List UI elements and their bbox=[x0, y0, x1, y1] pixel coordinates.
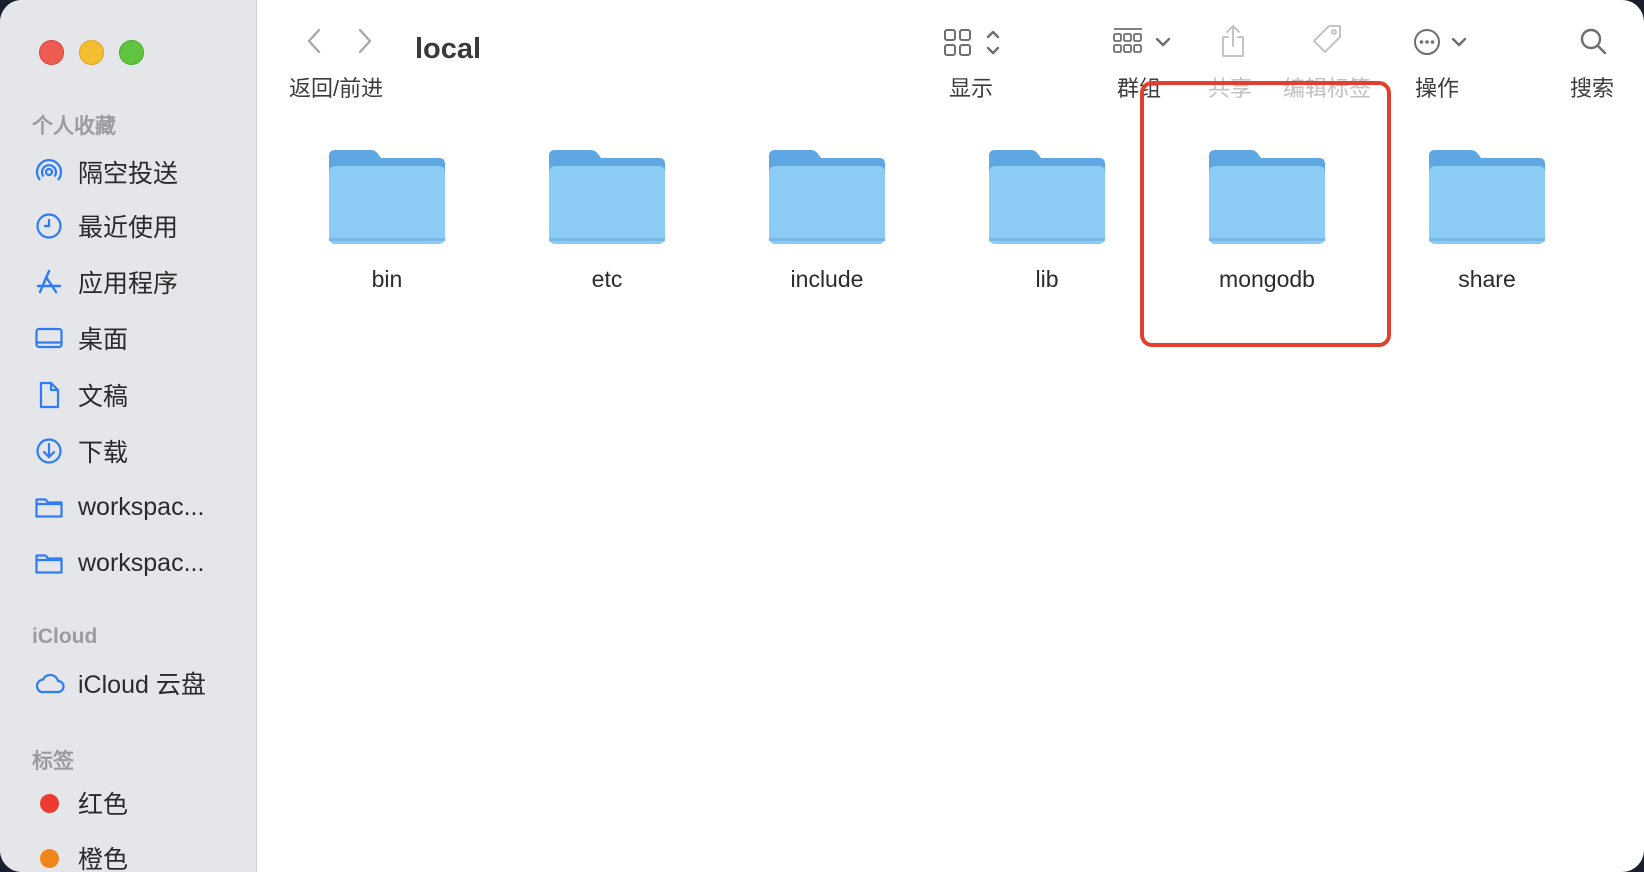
sidebar-tag-orange[interactable]: 橙色 bbox=[32, 838, 242, 872]
folder-icon bbox=[549, 150, 665, 244]
folder-icon bbox=[329, 150, 445, 244]
updown-chevron-icon bbox=[986, 30, 1000, 55]
chevron-down-icon bbox=[1155, 37, 1171, 47]
view-mode-button[interactable] bbox=[943, 22, 1015, 62]
sidebar-item-recents[interactable]: 最近使用 bbox=[32, 206, 242, 246]
folder-icon bbox=[32, 546, 66, 580]
sidebar-item-icloud-drive[interactable]: iCloud 云盘 bbox=[32, 663, 242, 703]
document-icon bbox=[32, 378, 66, 412]
tag-icon bbox=[1313, 25, 1341, 53]
favorites-section-title: 个人收藏 bbox=[32, 115, 116, 138]
action-button[interactable] bbox=[1413, 22, 1475, 62]
nav-label: 返回/前进 bbox=[289, 76, 384, 101]
airdrop-icon bbox=[32, 155, 66, 189]
sidebar-tag-red[interactable]: 红色 bbox=[32, 783, 242, 823]
folder-item-etc[interactable]: etc bbox=[522, 140, 692, 310]
sidebar-item-label: iCloud 云盘 bbox=[78, 671, 206, 699]
folder-item-bin[interactable]: bin bbox=[302, 140, 472, 310]
sidebar-item-label: 桌面 bbox=[78, 326, 129, 354]
folder-icon bbox=[989, 150, 1105, 244]
clock-icon bbox=[32, 209, 66, 243]
sidebar-item-label: workspac... bbox=[78, 492, 205, 521]
zoom-window-button[interactable] bbox=[119, 40, 144, 65]
action-label: 操作 bbox=[1415, 76, 1460, 101]
folder-item-share[interactable]: share bbox=[1402, 140, 1572, 310]
view-label: 显示 bbox=[949, 76, 994, 101]
sidebar-item-label: 红色 bbox=[78, 791, 129, 819]
folder-icon bbox=[1429, 150, 1545, 244]
group-icon bbox=[1113, 28, 1142, 53]
folder-name: bin bbox=[371, 266, 403, 292]
share-button[interactable] bbox=[1218, 22, 1248, 62]
cloud-icon bbox=[32, 666, 66, 700]
sidebar-item-applications[interactable]: 应用程序 bbox=[32, 262, 242, 302]
sidebar-item-label: 下载 bbox=[78, 439, 129, 467]
sidebar-item-label: 应用程序 bbox=[78, 270, 179, 298]
folder-icon bbox=[32, 490, 66, 524]
sidebar-item-label: workspac... bbox=[78, 548, 205, 577]
window-title: local bbox=[415, 33, 482, 65]
sidebar: 个人收藏 隔空投送 最近使用 应用程序 桌面 文稿 下载 workspac...… bbox=[0, 0, 257, 872]
folder-icon bbox=[769, 150, 885, 244]
search-icon bbox=[1580, 28, 1607, 55]
minimize-window-button[interactable] bbox=[79, 40, 104, 65]
download-icon bbox=[32, 434, 66, 468]
sidebar-item-label: 最近使用 bbox=[78, 214, 179, 242]
ellipsis-circle-icon bbox=[1414, 29, 1440, 55]
back-button[interactable] bbox=[299, 24, 329, 58]
sidebar-item-downloads[interactable]: 下载 bbox=[32, 431, 242, 471]
chevron-down-icon bbox=[1451, 37, 1467, 47]
sidebar-item-label: 文稿 bbox=[78, 383, 129, 411]
search-label: 搜索 bbox=[1570, 76, 1615, 101]
sidebar-item-airdrop[interactable]: 隔空投送 bbox=[32, 152, 242, 192]
folder-name: share bbox=[1458, 266, 1516, 292]
finder-window: 个人收藏 隔空投送 最近使用 应用程序 桌面 文稿 下载 workspac...… bbox=[0, 0, 1644, 872]
search-button[interactable] bbox=[1578, 22, 1608, 62]
folder-item-lib[interactable]: lib bbox=[962, 140, 1132, 310]
edit-tags-button[interactable] bbox=[1311, 22, 1345, 62]
chevron-right-icon bbox=[358, 28, 372, 54]
applications-icon bbox=[32, 265, 66, 299]
folder-name: lib bbox=[1035, 266, 1059, 292]
close-window-button[interactable] bbox=[39, 40, 64, 65]
folder-item-include[interactable]: include bbox=[742, 140, 912, 310]
red-tag-dot bbox=[32, 786, 66, 820]
group-button[interactable] bbox=[1112, 22, 1178, 62]
desktop-icon bbox=[32, 321, 66, 355]
chevron-left-icon bbox=[307, 28, 321, 54]
sidebar-item-workspace-2[interactable]: workspac... bbox=[32, 543, 242, 583]
sidebar-item-workspace-1[interactable]: workspac... bbox=[32, 487, 242, 527]
sidebar-item-desktop[interactable]: 桌面 bbox=[32, 318, 242, 358]
folder-name: include bbox=[790, 266, 864, 292]
tags-section-title: 标签 bbox=[32, 750, 74, 773]
orange-tag-dot bbox=[32, 841, 66, 872]
share-icon bbox=[1222, 25, 1244, 57]
icloud-section-title: iCloud bbox=[32, 625, 98, 648]
forward-button[interactable] bbox=[350, 24, 380, 58]
sidebar-item-label: 隔空投送 bbox=[78, 160, 179, 188]
highlight-box bbox=[1140, 81, 1391, 347]
folder-name: etc bbox=[591, 266, 623, 292]
sidebar-item-documents[interactable]: 文稿 bbox=[32, 375, 242, 415]
grid-icon bbox=[944, 29, 971, 56]
sidebar-item-label: 橙色 bbox=[78, 846, 129, 872]
